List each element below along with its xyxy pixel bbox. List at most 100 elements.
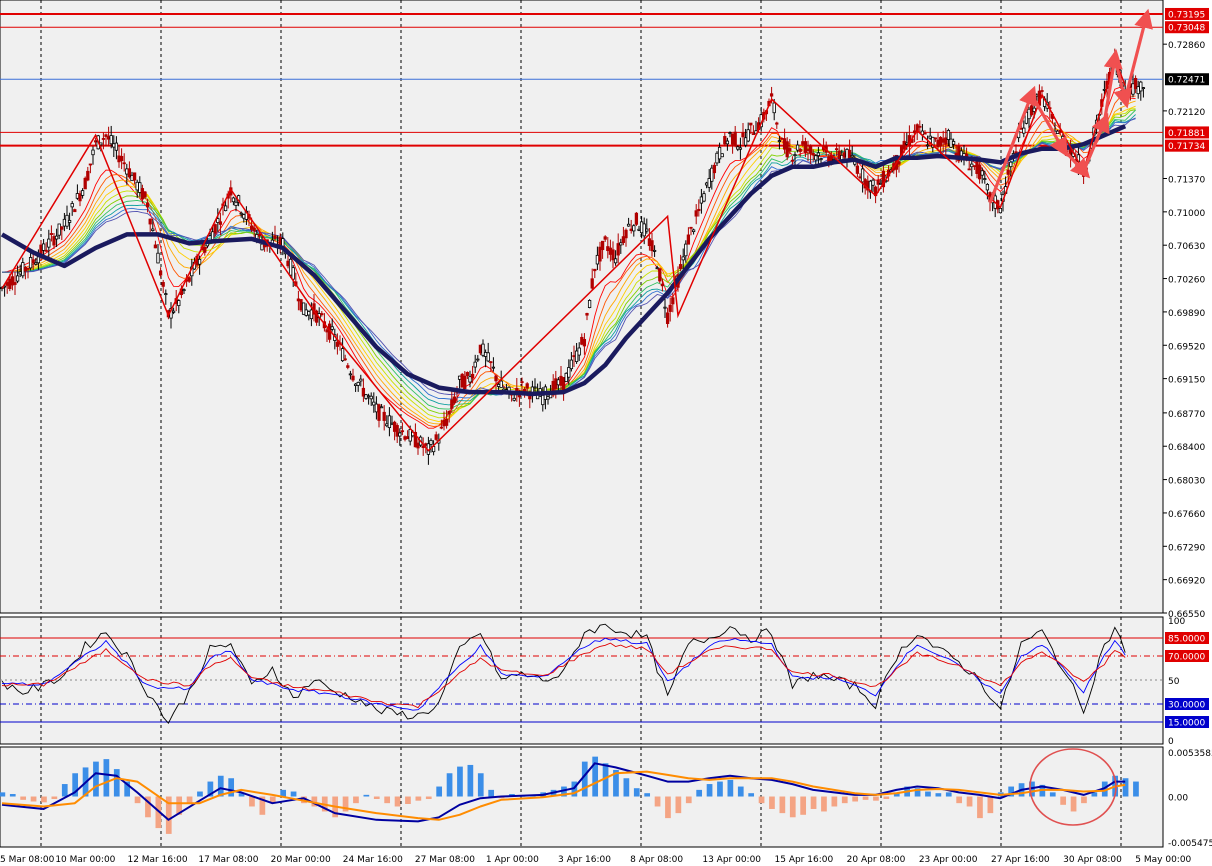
price-tick-label: 0.68770	[1168, 410, 1205, 420]
candle-body	[632, 225, 636, 232]
macd-histogram-bar	[353, 796, 359, 804]
price-tag-label: 0.71881	[1168, 129, 1205, 139]
candle-body	[164, 293, 168, 295]
macd-histogram-bar	[1060, 796, 1067, 805]
candle-body	[736, 146, 740, 150]
candle-body	[106, 136, 111, 140]
candle-body	[452, 396, 457, 404]
candle-body	[234, 201, 238, 206]
candle-body	[36, 256, 41, 264]
candle-body	[88, 163, 93, 166]
candle-body	[132, 172, 137, 181]
candle-body	[447, 410, 451, 415]
candle-body	[361, 387, 366, 397]
candle-body	[161, 282, 165, 287]
macd-histogram-bar	[873, 796, 879, 801]
candle-body	[704, 182, 709, 186]
candle-body	[372, 401, 376, 406]
candle-body	[34, 262, 38, 265]
candle-body	[587, 299, 592, 308]
candle-body	[582, 338, 587, 347]
candle-body	[905, 142, 909, 145]
candle-body	[793, 154, 797, 157]
macd-histogram-bar	[0, 792, 6, 797]
price-tag-label: 0.71734	[1168, 142, 1205, 152]
candle-body	[728, 132, 732, 135]
candle-body	[442, 419, 446, 427]
candle-body	[1141, 87, 1146, 89]
time-label: 20 Apr 08:00	[847, 855, 906, 865]
candle-body	[463, 375, 467, 389]
candle-body	[398, 432, 402, 437]
time-label: 30 Apr 08:00	[1063, 855, 1122, 865]
candle-body	[897, 161, 901, 165]
candle-body	[621, 236, 626, 243]
candle-body	[944, 137, 948, 145]
candle-body	[855, 165, 860, 174]
candle-body	[416, 442, 420, 449]
candle-body	[574, 350, 579, 362]
candle-body	[320, 313, 324, 316]
price-tick-label: 0.66920	[1168, 577, 1205, 587]
candle-body	[746, 129, 750, 142]
candle-body	[1102, 88, 1107, 91]
osc-tick-label: 0	[1168, 737, 1174, 747]
candle-body	[400, 430, 405, 433]
candle-body	[83, 177, 87, 190]
candle-body	[733, 131, 737, 146]
candle-body	[65, 214, 69, 227]
candle-body	[691, 229, 696, 233]
candle-body	[31, 259, 35, 264]
candle-body	[647, 238, 652, 247]
candle-body	[684, 243, 688, 257]
candle-body	[642, 223, 646, 237]
candle-body	[57, 223, 61, 236]
candle-body	[871, 179, 875, 186]
candle-body	[494, 375, 498, 382]
candle-body	[80, 190, 85, 196]
candle-body	[577, 347, 581, 356]
price-plot-area	[0, 0, 1164, 614]
price-tick-label: 0.70630	[1168, 242, 1205, 252]
osc-level-label: 15.0000	[1168, 719, 1205, 729]
candle-body	[23, 267, 28, 272]
macd-histogram-bar	[727, 779, 734, 797]
candle-body	[702, 193, 706, 202]
candle-body	[665, 312, 670, 324]
candle-body	[15, 275, 20, 282]
candle-body	[569, 359, 574, 370]
candle-body	[720, 153, 724, 158]
candle-body	[158, 270, 163, 276]
candle-body	[629, 228, 633, 231]
candle-body	[353, 383, 358, 386]
candle-body	[117, 155, 121, 163]
candle-body	[1136, 86, 1140, 95]
macd-histogram-bar	[467, 764, 474, 797]
candle-body	[171, 310, 176, 313]
candle-body	[837, 150, 841, 160]
candle-body	[775, 122, 779, 125]
candle-body	[928, 135, 932, 139]
macd-histogram-bar	[987, 796, 994, 814]
candle-body	[210, 231, 215, 241]
macd-histogram-bar	[789, 796, 796, 818]
candle-body	[637, 228, 641, 231]
candle-body	[197, 258, 202, 265]
time-label: 15 Apr 16:00	[775, 855, 834, 865]
macd-histogram-bar	[935, 793, 942, 797]
candle-body	[933, 137, 938, 140]
macd-tick-label: 0.00	[1168, 794, 1188, 804]
price-tick-label: 0.71000	[1168, 209, 1205, 219]
candle-body	[967, 168, 971, 171]
candle-body	[429, 439, 433, 445]
candle-body	[104, 134, 108, 137]
candle-body	[847, 149, 852, 159]
price-tag-label: 0.72471	[1168, 76, 1205, 86]
time-axis: 5 Mar 08:00 10 Mar 00:00 12 Mar 16:00 17 Ma…	[0, 855, 1192, 865]
macd-histogram-bar	[103, 759, 110, 797]
candle-body	[671, 297, 675, 305]
price-tick-label: 0.68030	[1168, 477, 1205, 487]
candle-body	[125, 168, 129, 175]
macd-histogram-bar	[1049, 792, 1056, 797]
candle-body	[213, 224, 217, 234]
